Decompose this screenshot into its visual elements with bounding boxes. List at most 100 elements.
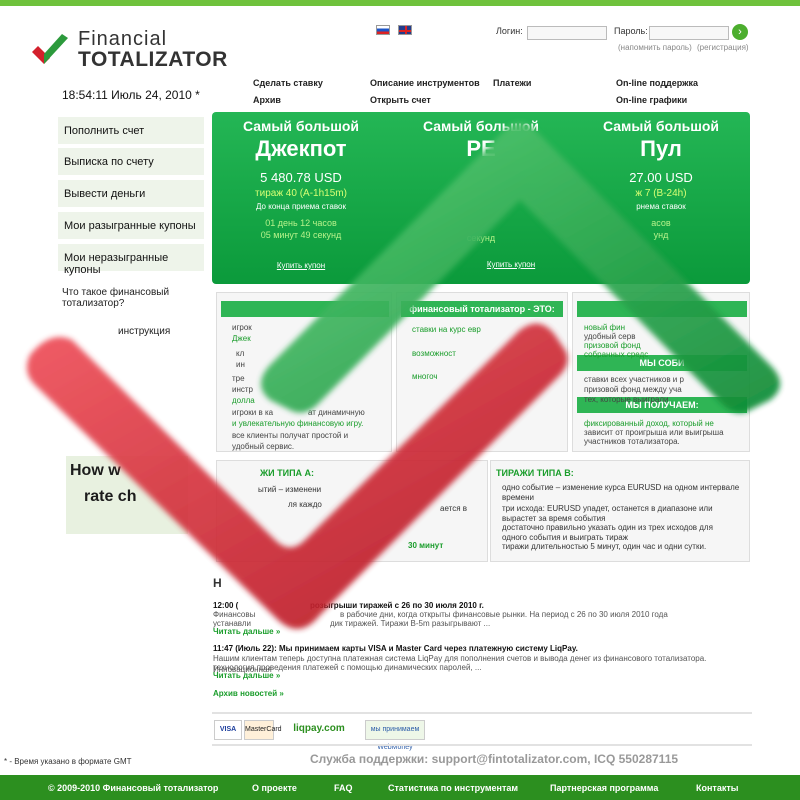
list-item: многоч: [412, 372, 438, 381]
hero-middle-label: Самый большой: [422, 118, 540, 134]
login-submit-button[interactable]: ›: [732, 24, 748, 40]
hero-jackpot-draw: тираж 40 (А-1h15m): [255, 188, 347, 199]
hero-jackpot-countdown-2: 05 минут 49 секунд: [260, 230, 342, 240]
list-item: тиражи длительностью 5 минут, один час и…: [502, 542, 707, 551]
divider: [212, 712, 752, 714]
hero-jackpot-until: До конца приема ставок: [256, 202, 346, 211]
logo-check-icon: [32, 34, 68, 64]
webmoney-logo: мы принимаем WebMoney: [365, 720, 425, 751]
info-box-right-header: [577, 301, 747, 317]
password-input[interactable]: [649, 26, 729, 40]
footer-copyright: © 2009-2010 Финансовый тотализатор: [48, 783, 219, 793]
visa-logo: VISA: [214, 720, 242, 740]
list-item: ытий – изменени: [258, 485, 322, 494]
hero-jackpot-buy-link[interactable]: Купить купон: [212, 261, 390, 270]
list-item: удобный сервис.: [232, 442, 295, 451]
site-logo[interactable]: Financial TOTALIZATOR: [30, 28, 227, 76]
list-item: ат динамичную: [308, 408, 365, 417]
sidebar-item-unplayed-coupons[interactable]: Мои неразыгранные купоны: [58, 244, 204, 276]
list-item: игроки в ка: [232, 408, 274, 417]
list-item: долла: [232, 396, 255, 405]
hero-pool-draw: ж 7 (В-24h): [635, 188, 687, 199]
nav-archive[interactable]: Архив: [253, 95, 281, 105]
tirazh-a-title: ЖИ ТИПА А:: [260, 468, 315, 478]
footer-link-contacts[interactable]: Контакты: [696, 783, 738, 793]
mastercard-logo: MasterCard: [244, 720, 282, 740]
news-archive-link[interactable]: Архив новостей »: [213, 689, 284, 698]
footer-link-partners[interactable]: Партнерская программа: [550, 783, 658, 793]
hero-jackpot-title: Джекпот: [255, 136, 347, 161]
thumb-line-2: rate ch: [84, 488, 137, 505]
list-item: Джек: [232, 334, 251, 343]
gmt-note: * - Время указано в формате GMT: [4, 757, 132, 766]
login-label: Логин:: [496, 26, 523, 36]
sidebar-link-what-is[interactable]: Что такое финансовый: [62, 287, 169, 298]
password-label: Пароль:: [614, 26, 648, 36]
list-item: собранных средс: [584, 350, 649, 359]
list-item: возможност: [412, 349, 456, 358]
sidebar-item-deposit[interactable]: Пополнить счет: [58, 117, 204, 144]
nav-online-support[interactable]: On-line поддержка: [616, 78, 698, 88]
hero-pool: Самый большой Пул 27.00 USD ж 7 (В-24h) …: [572, 112, 750, 241]
list-item: и увлекательную финансовую игру.: [232, 419, 364, 428]
list-item: ин: [236, 360, 245, 369]
language-switcher: [376, 25, 412, 35]
news-1-text-d: дик тиражей. Тиражи В-5m разыгрывают ...: [330, 619, 491, 628]
hero-jackpot-label: Самый большой: [242, 118, 360, 134]
thumb-line-1: How w: [70, 462, 121, 479]
hero-middle-buy-link[interactable]: Купить купон: [392, 260, 570, 269]
hero-middle-title: РЕ: [466, 136, 496, 161]
footer-link-faq[interactable]: FAQ: [334, 783, 353, 793]
divider: [212, 744, 752, 746]
nav-online-charts[interactable]: On-line графики: [616, 95, 687, 105]
hero-banner: Самый большой Джекпот 5 480.78 USD тираж…: [212, 112, 750, 284]
list-item: все клиенты получат простой и: [232, 431, 349, 440]
hero-pool-until: рнема ставок: [636, 202, 686, 211]
hero-pool-label: Самый большой: [602, 118, 720, 134]
tirazh-b-title: ТИРАЖИ ТИПА В:: [496, 468, 574, 478]
hero-middle: Самый большой РЕ секунд Купить купон: [392, 112, 570, 269]
remember-password-link[interactable]: (напомнить пароль): [618, 43, 692, 52]
list-item: игрок: [232, 323, 252, 332]
list-item: тре: [232, 374, 245, 383]
news-2-read-more[interactable]: Читать дальше »: [213, 671, 280, 680]
list-item: одно событие – изменение курса EURUSD на…: [502, 483, 740, 492]
info-box-left-header: [221, 301, 389, 317]
nav-open-account[interactable]: Открыть счет: [370, 95, 431, 105]
list-item: ается в: [440, 504, 468, 513]
hero-middle-countdown: секунд: [466, 233, 496, 243]
flag-en-icon[interactable]: [398, 25, 412, 35]
sidebar-item-statement[interactable]: Выписка по счету: [58, 148, 204, 175]
footer: © 2009-2010 Финансовый тотализатор О про…: [0, 775, 800, 800]
flag-ru-icon[interactable]: [376, 25, 390, 35]
info-box-middle-header: финансовый тотализатор - ЭТО:: [401, 301, 563, 317]
login-input[interactable]: [527, 26, 607, 40]
register-link[interactable]: (регистрация): [697, 43, 749, 52]
nav-instruments[interactable]: Описание инструментов: [370, 78, 480, 88]
hero-jackpot: Самый большой Джекпот 5 480.78 USD тираж…: [212, 112, 390, 270]
nav-payments[interactable]: Платежи: [493, 78, 531, 88]
promo-video-thumbnail[interactable]: How w rate ch: [66, 456, 188, 534]
list-item: 30 минут: [408, 541, 444, 550]
support-contact: Служба поддержки: support@fintotalizator…: [310, 752, 679, 766]
hero-jackpot-amount: 5 480.78 USD: [260, 170, 342, 185]
sidebar-item-played-coupons[interactable]: Мои разыгранные купоны: [58, 212, 204, 239]
news-heading: Н: [213, 576, 222, 590]
sidebar-link-instruction[interactable]: инструкция: [118, 326, 170, 337]
hero-pool-countdown-1: асов: [651, 218, 671, 228]
nav-make-bet[interactable]: Сделать ставку: [253, 78, 323, 88]
news-2-title-text: 11:47 (Июль 22): Мы принимаем карты VISA…: [213, 644, 578, 653]
liqpay-logo: liqpay.com: [293, 723, 345, 734]
footer-link-stats[interactable]: Статистика по инструментам: [388, 783, 518, 793]
list-item: участников тотализатора.: [584, 437, 680, 446]
hero-pool-amount: 27.00 USD: [629, 170, 693, 185]
top-accent-bar: [0, 0, 800, 6]
footer-link-about[interactable]: О проекте: [252, 783, 297, 793]
sidebar-item-withdraw[interactable]: Вывести деньги: [58, 180, 204, 207]
hero-pool-title: Пул: [640, 136, 682, 161]
sidebar-link-what-is-2[interactable]: тотализатор?: [62, 298, 124, 309]
news-1-read-more[interactable]: Читать дальше »: [213, 627, 280, 636]
list-item: инстр: [232, 385, 253, 394]
list-item: тех, которые выиграли: [584, 395, 669, 404]
hero-pool-countdown-2: унд: [653, 230, 669, 240]
